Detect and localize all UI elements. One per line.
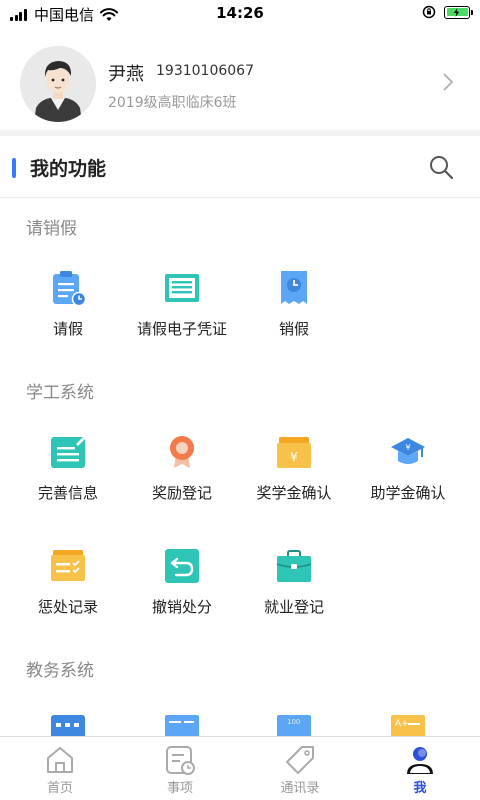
certificate-icon (165, 274, 199, 302)
section-header: 我的功能 (0, 136, 480, 198)
menu-item-academic-score[interactable]: 100 (234, 712, 354, 736)
menu-item-label: 奖励登记 (151, 484, 212, 502)
card-icon (165, 715, 199, 736)
menu-item-revoke-punishment[interactable]: 撤销处分 (122, 548, 242, 628)
svg-text:A+: A+ (395, 719, 409, 729)
tab-me[interactable]: 我 (360, 737, 480, 800)
grade-icon: A+ (391, 715, 425, 736)
yuan-folder-icon: ¥ (277, 437, 311, 468)
tag-icon (286, 746, 314, 774)
profile-name: 尹燕 (108, 64, 144, 85)
avatar (20, 46, 96, 122)
menu-item-scholarship-confirm[interactable]: ¥ 奖学金确认 (234, 434, 354, 514)
menu-item-academic-grade[interactable]: A+ (348, 712, 468, 736)
menu-item-leave-request[interactable]: 请假 (8, 270, 128, 350)
tab-home[interactable]: 首页 (0, 737, 120, 800)
profile-class: 2019级高职临床6班 (108, 95, 237, 111)
menu-item-label: 奖学金确认 (256, 484, 332, 502)
group-label-leave: 请销假 (26, 219, 77, 239)
section-title: 我的功能 (30, 158, 107, 180)
svg-text:¥: ¥ (290, 450, 298, 464)
profile-card[interactable]: 尹燕 19310106067 2019级高职临床6班 (0, 38, 480, 130)
group-label-student-affairs: 学工系统 (26, 383, 94, 403)
tab-label: 首页 (46, 781, 73, 796)
chevron-right-icon[interactable] (442, 72, 454, 92)
menu-item-discipline-records[interactable]: 惩处记录 (8, 548, 128, 628)
menu-item-leave-certificate[interactable]: 请假电子凭证 (122, 270, 242, 350)
tasks-icon (166, 746, 195, 775)
menu-item-label: 惩处记录 (37, 598, 98, 616)
tab-bar: 首页 事项 通讯录 我 (0, 736, 480, 800)
tab-label: 事项 (166, 781, 193, 796)
menu-item-leave-cancel[interactable]: 销假 (234, 270, 354, 350)
tab-label: 我 (413, 781, 427, 796)
menu-item-label: 就业登记 (263, 598, 324, 616)
menu-item-academic-calendar[interactable] (8, 712, 128, 736)
briefcase-icon (276, 550, 312, 582)
svg-text:¥: ¥ (405, 443, 410, 452)
search-icon[interactable] (428, 154, 454, 180)
group-label-academic: 教务系统 (26, 661, 94, 681)
status-bar: 中国电信 14:26 (0, 0, 480, 28)
tab-tasks[interactable]: 事项 (120, 737, 240, 800)
menu-item-label: 请假 (52, 320, 83, 338)
battery-icon (444, 5, 473, 19)
tab-label: 通讯录 (280, 781, 320, 796)
menu-item-label: 助学金确认 (370, 484, 446, 502)
medal-icon (170, 436, 194, 468)
menu-item-employment-registration[interactable]: 就业登记 (234, 548, 354, 628)
score-icon: 100 (277, 715, 311, 736)
accent-bar (12, 158, 16, 178)
menu-item-label: 完善信息 (37, 484, 98, 502)
menu-item-award-registration[interactable]: 奖励登记 (122, 434, 242, 514)
rotation-lock-icon (422, 5, 436, 19)
menu-item-label: 销假 (278, 320, 309, 338)
checklist-icon (51, 550, 85, 581)
menu-item-grant-confirm[interactable]: ¥ 助学金确认 (348, 434, 468, 514)
svg-text:100: 100 (287, 718, 300, 726)
status-right (422, 5, 473, 19)
menu-item-academic-card[interactable] (122, 712, 242, 736)
profile-phone: 19310106067 (156, 63, 254, 79)
menu-item-complete-info[interactable]: 完善信息 (8, 434, 128, 514)
clipboard-clock-icon (53, 271, 86, 306)
undo-icon (165, 549, 199, 583)
home-icon (47, 747, 73, 773)
calendar-icon (51, 715, 85, 736)
edit-card-icon (51, 437, 85, 468)
menu-item-label: 请假电子凭证 (136, 320, 227, 338)
receipt-clock-icon (281, 271, 307, 304)
menu-item-label: 撤销处分 (151, 598, 212, 616)
status-time: 14:26 (216, 4, 264, 22)
graduation-cap-icon: ¥ (391, 438, 425, 464)
profile-icon (407, 747, 433, 774)
tab-contacts[interactable]: 通讯录 (240, 737, 360, 800)
